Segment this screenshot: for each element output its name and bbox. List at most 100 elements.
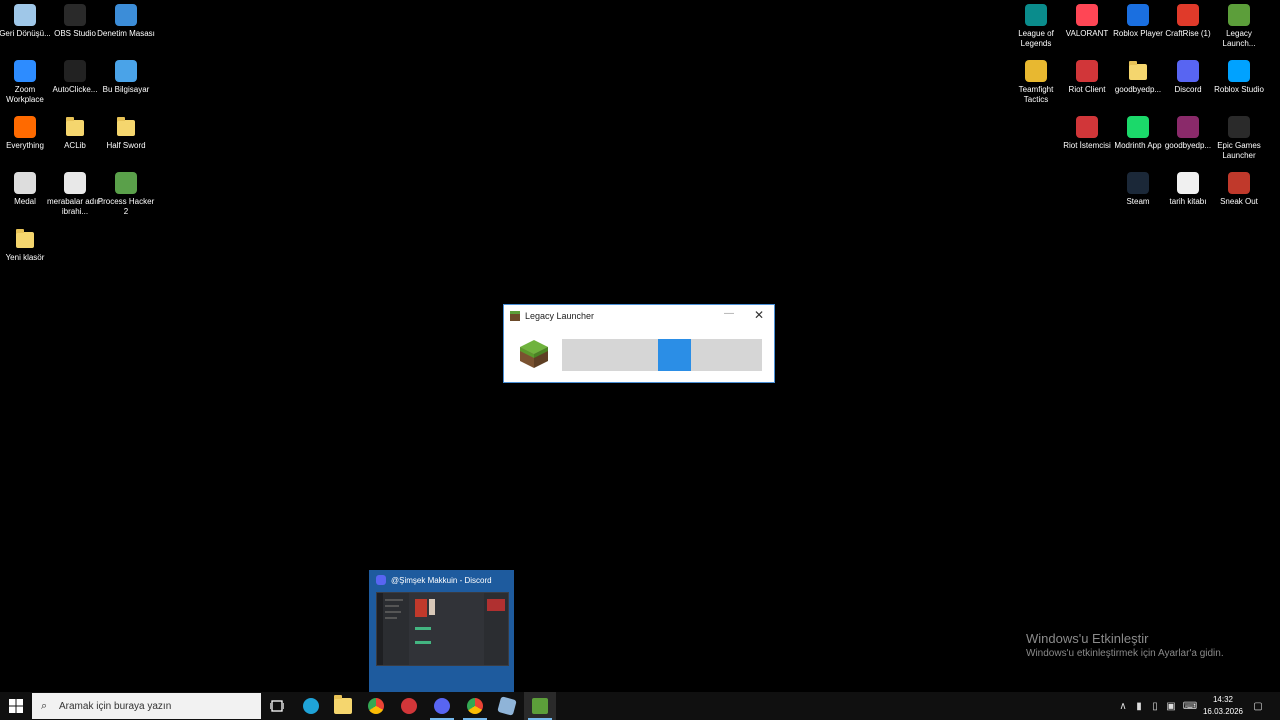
taskbar-discord[interactable]	[426, 692, 458, 720]
discord-icon	[1177, 60, 1199, 82]
desktop-icon[interactable]: Teamfight Tactics	[1009, 60, 1063, 105]
desktop-icon[interactable]: VALORANT	[1060, 4, 1114, 39]
keyboard-icon[interactable]: ⌨	[1181, 692, 1199, 720]
search-box[interactable]: ⌕ Aramak için buraya yazın	[32, 693, 261, 719]
recycle-bin-icon	[14, 4, 36, 26]
winrar-icon	[1177, 116, 1199, 138]
desktop-icon[interactable]: Steam	[1111, 172, 1165, 207]
desktop-icon-label: Half Sword	[106, 141, 146, 150]
network-icon[interactable]: ▣	[1164, 692, 1178, 720]
desktop-icon-label: Riot Client	[1068, 85, 1106, 94]
desktop-icon-label: VALORANT	[1065, 29, 1109, 38]
taskbar: ⌕ Aramak için buraya yazın ∧ ▮ ▯ ▣ ⌨ 14:…	[0, 692, 1280, 720]
desktop-icon-label: CraftRise (1)	[1165, 29, 1211, 38]
desktop-icon-label: Bu Bilgisayar	[102, 85, 150, 94]
desktop-icon-label: Denetim Masası	[97, 29, 155, 38]
clock[interactable]: 14:32 16.03.2026	[1198, 694, 1248, 718]
desktop-icon[interactable]: Roblox Studio	[1212, 60, 1266, 95]
watermark-line2: Windows'u etkinleştirmek için Ayarlar'a …	[1026, 648, 1224, 659]
steam-icon	[1127, 172, 1149, 194]
desktop-icon-label: tarih kitabı	[1169, 197, 1207, 206]
progress-bar	[562, 339, 762, 371]
battery-icon[interactable]: ▯	[1148, 692, 1162, 720]
desktop-icon[interactable]: Riot İstemcisi	[1060, 116, 1114, 151]
watermark-line1: Windows'u Etkinleştir	[1026, 631, 1149, 646]
edge-icon	[303, 698, 319, 714]
desktop-icon[interactable]: Epic Games Launcher	[1212, 116, 1266, 161]
modrinth-icon	[1127, 116, 1149, 138]
folder-icon	[66, 117, 84, 136]
valorant-icon	[1076, 4, 1098, 26]
taskbar-roblox-studio[interactable]	[491, 692, 523, 720]
tray-chevron-up-icon[interactable]: ∧	[1116, 692, 1130, 720]
windows-logo-icon	[9, 699, 23, 713]
desktop-icon[interactable]: Everything	[0, 116, 52, 151]
desktop-icon[interactable]: Process Hacker 2	[98, 172, 154, 217]
folder-icon	[1129, 61, 1147, 80]
launcher-dialog[interactable]: Legacy Launcher — ✕	[503, 304, 775, 383]
desktop-icon[interactable]: merabalar adım ibrahi...	[46, 172, 104, 217]
desktop-icon[interactable]: Discord	[1161, 60, 1215, 95]
desktop-icon[interactable]: Yeni klasör	[0, 228, 52, 263]
riot-icon	[401, 698, 417, 714]
desktop-icon[interactable]: goodbyedp...	[1111, 60, 1165, 95]
launcher-title: Legacy Launcher	[525, 311, 595, 321]
desktop-icon-label: Epic Games Launcher	[1217, 141, 1261, 160]
riot-icon	[1076, 116, 1098, 138]
medal-icon	[14, 172, 36, 194]
desktop-icon[interactable]: Sneak Out	[1212, 172, 1266, 207]
desktop-icon-label: Teamfight Tactics	[1018, 85, 1054, 104]
taskbar-chrome[interactable]	[360, 692, 392, 720]
minimize-button[interactable]: —	[722, 309, 736, 323]
progress-fill	[658, 339, 691, 371]
preview-thumbnail[interactable]	[376, 592, 509, 666]
desktop-icon-label: Roblox Studio	[1214, 85, 1264, 94]
desktop-icon[interactable]: Zoom Workplace	[0, 60, 52, 105]
text-file-icon	[1177, 172, 1199, 194]
league-icon	[1025, 4, 1047, 26]
launcher-titlebar[interactable]: Legacy Launcher — ✕	[504, 305, 774, 327]
taskbar-legacy-launcher[interactable]	[524, 692, 556, 720]
taskbar-edge[interactable]	[295, 692, 327, 720]
zoom-icon	[14, 60, 36, 82]
desktop-icon[interactable]: ACLib	[48, 116, 102, 151]
desktop-icon[interactable]: Bu Bilgisayar	[99, 60, 153, 95]
task-view-button[interactable]	[261, 692, 293, 720]
desktop-icon[interactable]: tarih kitabı	[1161, 172, 1215, 207]
start-button[interactable]	[0, 692, 32, 720]
minecraft-icon	[510, 311, 520, 321]
desktop-icon[interactable]: OBS Studio	[48, 4, 102, 39]
desktop-icon[interactable]: Modrinth App	[1111, 116, 1165, 151]
desktop-icon-label: goodbyedp...	[1164, 141, 1212, 150]
process-hacker-icon	[115, 172, 137, 194]
search-placeholder: Aramak için buraya yazın	[59, 700, 172, 712]
obs-icon	[64, 4, 86, 26]
roblox-studio-icon	[1228, 60, 1250, 82]
desktop-icon[interactable]: CraftRise (1)	[1161, 4, 1215, 39]
desktop-icon[interactable]: AutoClicke...	[48, 60, 102, 95]
taskbar-file-explorer[interactable]	[327, 692, 359, 720]
desktop-icon[interactable]: Geri Dönüşü...	[0, 4, 52, 39]
desktop-icon[interactable]: Half Sword	[99, 116, 153, 151]
desktop-icon[interactable]: goodbyedp...	[1161, 116, 1215, 151]
desktop-icon[interactable]: Denetim Masası	[97, 4, 155, 39]
activation-watermark: Windows'u Etkinleştir Windows'u etkinleş…	[1026, 631, 1224, 659]
desktop-icon-label: merabalar adım ibrahi...	[46, 197, 104, 216]
desktop-icon[interactable]: Roblox Player	[1111, 4, 1165, 39]
desktop-icon[interactable]: League of Legends	[1009, 4, 1063, 49]
taskbar-chrome-profile[interactable]	[459, 692, 491, 720]
desktop-icon[interactable]: Legacy Launch...	[1212, 4, 1266, 49]
desktop-icon-label: League of Legends	[1018, 29, 1054, 48]
discord-preview[interactable]: @Şimşek Makkuin - Discord	[369, 570, 514, 692]
roblox-studio-icon	[497, 696, 517, 716]
computer-icon	[115, 60, 137, 82]
discord-window-thumbnail	[377, 593, 508, 665]
microphone-icon[interactable]: ▮	[1132, 692, 1146, 720]
desktop-icon[interactable]: Riot Client	[1060, 60, 1114, 95]
desktop-icon[interactable]: Medal	[0, 172, 52, 207]
close-button[interactable]: ✕	[752, 308, 766, 322]
taskbar-riot-client[interactable]	[393, 692, 425, 720]
notification-icon[interactable]: ▢	[1250, 692, 1266, 720]
desktop-icon-label: Riot İstemcisi	[1063, 141, 1111, 150]
chrome-icon	[368, 698, 384, 714]
